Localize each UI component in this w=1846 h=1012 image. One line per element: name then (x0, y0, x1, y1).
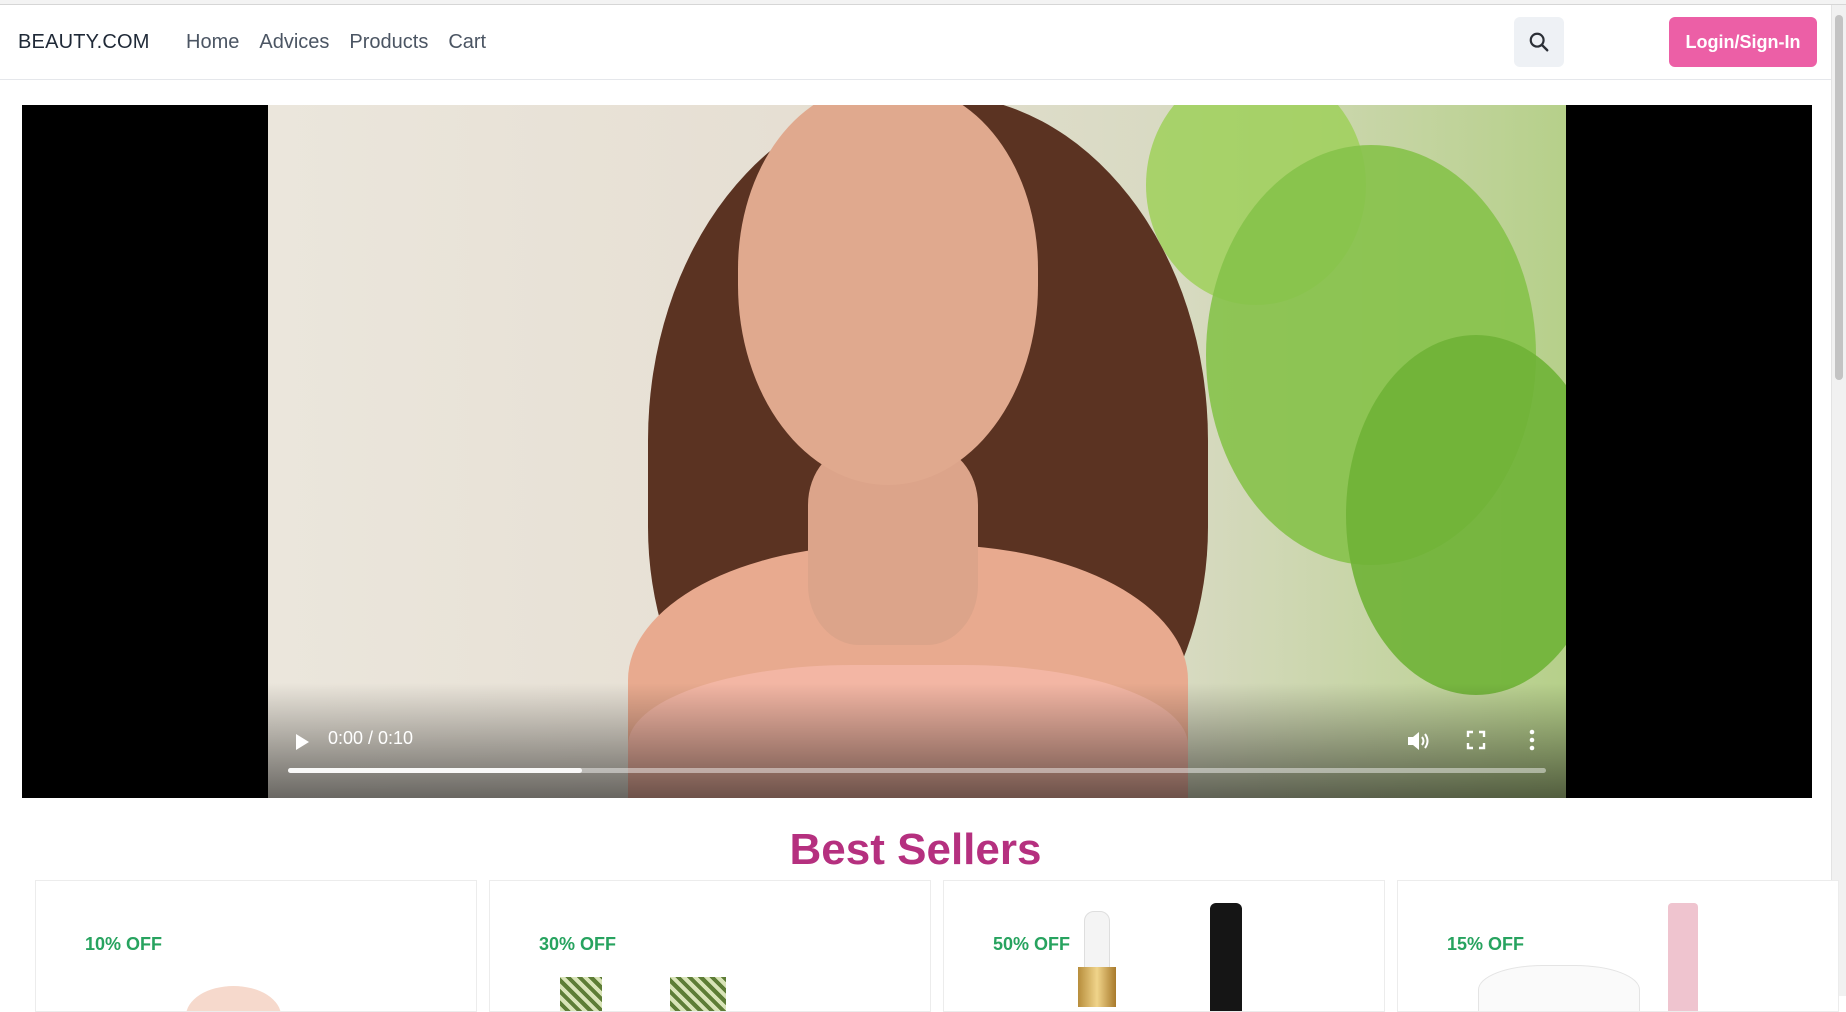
nav-advices[interactable]: Advices (259, 31, 329, 54)
video-time: 0:00 / 0:10 (328, 728, 414, 748)
product-image (186, 986, 281, 1011)
product-image (670, 977, 726, 1011)
more-options-icon[interactable] (1528, 729, 1536, 751)
cream-jar-image (1478, 965, 1640, 1011)
discount-badge: 30% OFF (539, 934, 617, 954)
scrollbar-thumb[interactable] (1835, 15, 1843, 380)
promo-video-player[interactable]: 0:00 / 0:10 (22, 105, 1812, 798)
product-card[interactable]: 10% OFF (35, 880, 477, 1012)
serum-bottle-image (1084, 911, 1110, 973)
search-button[interactable] (1514, 17, 1564, 67)
discount-badge: 15% OFF (1447, 934, 1525, 954)
fullscreen-icon[interactable] (1466, 730, 1486, 750)
discount-badge: 50% OFF (993, 934, 1071, 954)
best-sellers-title: Best Sellers (789, 825, 1042, 874)
video-progress-bar[interactable] (288, 768, 1546, 773)
nav-home[interactable]: Home (186, 31, 239, 54)
controls-gradient (268, 683, 1566, 798)
main-nav: Home Advices Products Cart (186, 31, 486, 54)
product-card[interactable]: 30% OFF (489, 880, 931, 1012)
product-image (560, 977, 602, 1011)
video-frame: 0:00 / 0:10 (268, 105, 1566, 798)
brand-logo[interactable]: BEAUTY.COM (18, 31, 150, 54)
page-scrollbar[interactable] (1831, 5, 1846, 996)
volume-icon[interactable] (1406, 729, 1432, 753)
search-icon (1529, 32, 1549, 52)
discount-badge: 10% OFF (85, 934, 163, 954)
login-signin-button[interactable]: Login/Sign-In (1669, 17, 1817, 67)
video-buffered-bar (288, 768, 583, 773)
product-card[interactable]: 15% OFF (1397, 880, 1839, 1012)
nav-products[interactable]: Products (349, 31, 428, 54)
navbar: BEAUTY.COM Home Advices Products Cart Lo… (0, 5, 1831, 80)
product-card[interactable]: 50% OFF (943, 880, 1385, 1012)
serum-bottle-image (1078, 967, 1116, 1007)
play-icon[interactable] (292, 732, 312, 752)
nav-cart[interactable]: Cart (448, 31, 486, 54)
